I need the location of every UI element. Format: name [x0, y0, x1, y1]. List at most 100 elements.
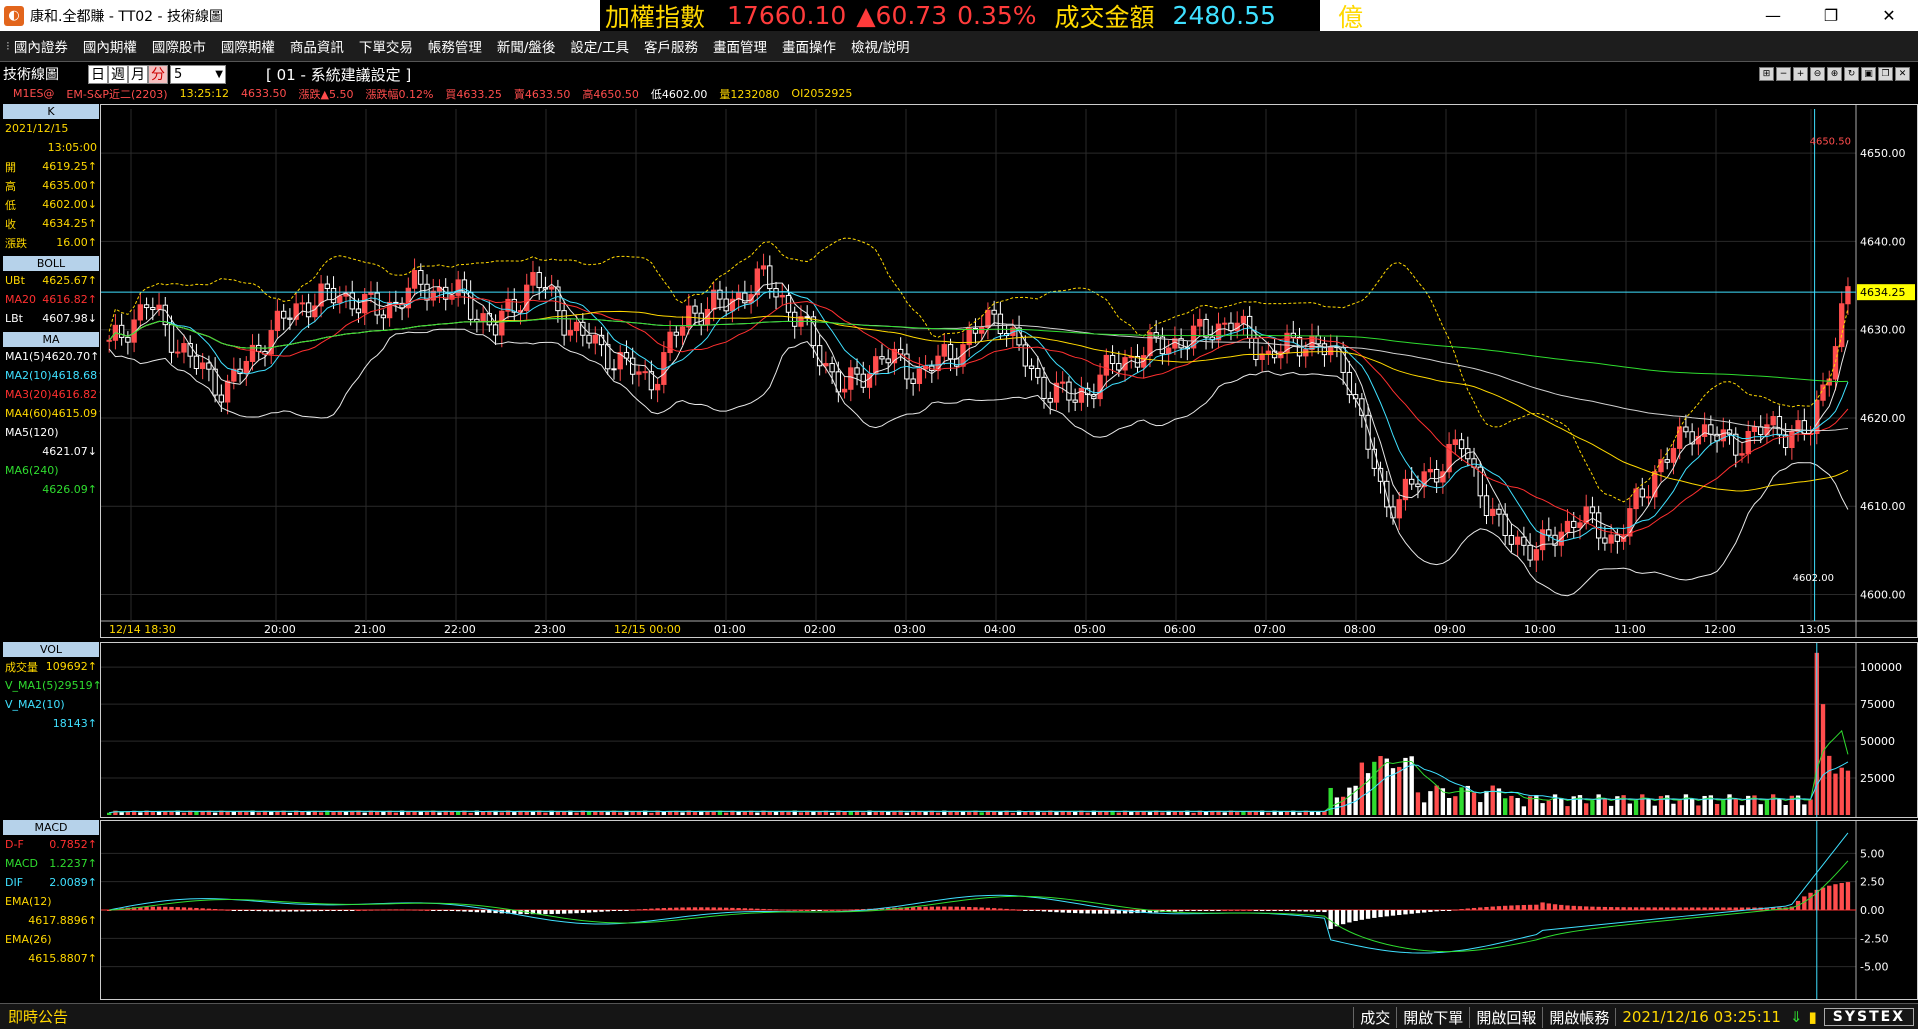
time-tick-label: 12/14 18:30	[109, 623, 176, 636]
macd-histogram-bar	[1253, 910, 1259, 911]
macd-tick-label: 5.00	[1860, 847, 1885, 860]
volume-bar	[1085, 812, 1090, 815]
close-panel-icon[interactable]: ✕	[1895, 67, 1910, 81]
ma3-row: MA3(20) 4616.82↑	[5, 388, 107, 401]
settings-preset-label[interactable]: [ 01 - 系統建議設定 ]	[266, 64, 411, 85]
macd-histogram-bar	[923, 906, 928, 910]
volume-chart[interactable]: 100000 75000 50000 25000	[101, 643, 1917, 817]
maximize-button[interactable]: ❐	[1802, 0, 1860, 31]
open-order-button[interactable]: 開啟下單	[1396, 1006, 1469, 1028]
macd-histogram-bar	[1446, 910, 1452, 911]
close-button[interactable]: ✕	[1860, 0, 1918, 31]
volume-bar	[1652, 805, 1657, 815]
macd-histogram-bar	[1496, 906, 1502, 910]
zoom-out-bar-icon[interactable]: −	[1776, 67, 1791, 81]
macd-histogram-bar	[755, 908, 760, 910]
boll-lower-line	[108, 328, 1849, 597]
period-week-button[interactable]: 週	[108, 64, 128, 84]
menu-item-news[interactable]: 新聞/盤後	[497, 36, 556, 56]
candle-body	[380, 314, 387, 319]
menu-item-domestic-futures[interactable]: 國內期權	[83, 36, 137, 56]
macd-histogram-bar	[381, 909, 386, 911]
macd-histogram-bar	[150, 906, 155, 910]
volume-bar	[194, 811, 199, 815]
announcement-label[interactable]: 即時公告	[8, 1006, 68, 1027]
candle-body	[368, 292, 374, 295]
macd-histogram-bar	[169, 906, 174, 910]
volume-bar	[1509, 795, 1514, 815]
volume-ma5-line	[109, 729, 1849, 814]
macd-histogram-bar	[786, 909, 791, 911]
menu-item-screen-operations[interactable]: 畫面操作	[782, 36, 836, 56]
candle-body	[1328, 345, 1334, 356]
candle-body	[536, 272, 542, 289]
panel-title: 技術線圖	[3, 67, 59, 83]
candle-body	[1222, 322, 1228, 325]
menu-item-domestic-securities[interactable]: 國內證券	[14, 36, 68, 56]
refresh-icon[interactable]: ↻	[1844, 67, 1859, 81]
period-day-button[interactable]: 日	[88, 64, 108, 84]
zoom-in-bar-icon[interactable]: +	[1793, 67, 1808, 81]
macd-histogram-bar	[1235, 909, 1240, 911]
volume-bar	[1453, 796, 1458, 815]
macd-histogram-bar	[1471, 907, 1477, 910]
period-minute-button[interactable]: 分	[148, 64, 168, 84]
zoom-in-icon[interactable]: ⊕	[1827, 67, 1842, 81]
menu-item-screen-management[interactable]: 畫面管理	[713, 36, 767, 56]
candle-body	[692, 305, 698, 314]
crosshair-icon[interactable]: ⊞	[1759, 67, 1774, 81]
macd-histogram-bar	[1559, 904, 1564, 910]
candle-body	[1708, 424, 1714, 435]
menu-item-accounts[interactable]: 帳務管理	[428, 36, 482, 56]
macd-chart-frame[interactable]: 5.00 2.50 0.00 -2.50 -5.00	[100, 820, 1918, 1000]
zoom-out-icon[interactable]: ⊖	[1810, 67, 1825, 81]
volume-bar	[618, 812, 623, 815]
candle-body	[1078, 387, 1085, 403]
price-chart-frame[interactable]: 4650.00 4640.00 4630.00 4620.00 4610.00 4600.…	[100, 104, 1918, 638]
candle-body	[1583, 506, 1589, 524]
candle-body	[1103, 354, 1110, 376]
open-report-button[interactable]: 開啟回報	[1469, 1006, 1542, 1028]
macd-histogram-bar	[181, 907, 187, 910]
menu-item-product-info[interactable]: 商品資訊	[290, 36, 344, 56]
macd-chart[interactable]: 5.00 2.50 0.00 -2.50 -5.00	[101, 821, 1917, 999]
volume-bar	[1178, 811, 1184, 815]
volume-tick-label: 50000	[1860, 735, 1895, 748]
ma240-line	[108, 318, 1848, 383]
candle-body	[991, 309, 997, 315]
macd-histogram-bar	[1016, 909, 1022, 911]
volume-bar	[555, 811, 561, 815]
candle-body	[455, 279, 461, 296]
restore-window-icon[interactable]: ❐	[1878, 67, 1893, 81]
menu-item-view-help[interactable]: 檢視/說明	[851, 36, 910, 56]
macd-histogram-bar	[337, 910, 342, 911]
macd-histogram-bar	[1683, 907, 1689, 910]
menu-item-customer-service[interactable]: 客戶服務	[644, 36, 698, 56]
menu-item-intl-stocks[interactable]: 國際股市	[152, 36, 206, 56]
interval-select[interactable]: 5 ▼	[170, 64, 226, 84]
period-month-button[interactable]: 月	[128, 64, 148, 84]
candle-body	[1496, 508, 1502, 515]
menu-item-trading[interactable]: 下單交易	[359, 36, 413, 56]
volume-bar	[948, 811, 953, 815]
macd-histogram-bar	[1035, 910, 1040, 912]
macd-histogram-bar	[1278, 910, 1284, 911]
app-window: ◐ 康和.全都賺 - TT02 - 技術線圖 加權指數 17660.10 ▲60…	[0, 0, 1918, 1029]
candle-body	[1035, 367, 1041, 378]
macd-histogram-bar	[188, 907, 193, 910]
save-icon[interactable]: ▣	[1861, 67, 1876, 81]
volume-bar	[605, 812, 610, 815]
candle-body	[274, 310, 281, 332]
volume-bar	[1147, 812, 1153, 815]
volume-chart-frame[interactable]: 100000 75000 50000 25000	[100, 642, 1918, 818]
minimize-button[interactable]: —	[1744, 0, 1802, 31]
trades-button[interactable]: 成交	[1353, 1006, 1396, 1028]
menu-item-intl-futures[interactable]: 國際期權	[221, 36, 275, 56]
macd-histogram-bar	[437, 910, 442, 911]
open-account-button[interactable]: 開啟帳務	[1542, 1006, 1615, 1028]
low-price-label: 4602.00	[1793, 573, 1834, 584]
volume-bar	[904, 812, 910, 815]
price-chart[interactable]: 4650.00 4640.00 4630.00 4620.00 4610.00 4600.…	[101, 105, 1917, 637]
k-info-panel: K 2021/12/15 13:05:00 開 4619.25↑ 高 4635.00…	[3, 104, 99, 252]
menu-item-settings-tools[interactable]: 設定/工具	[570, 36, 629, 56]
